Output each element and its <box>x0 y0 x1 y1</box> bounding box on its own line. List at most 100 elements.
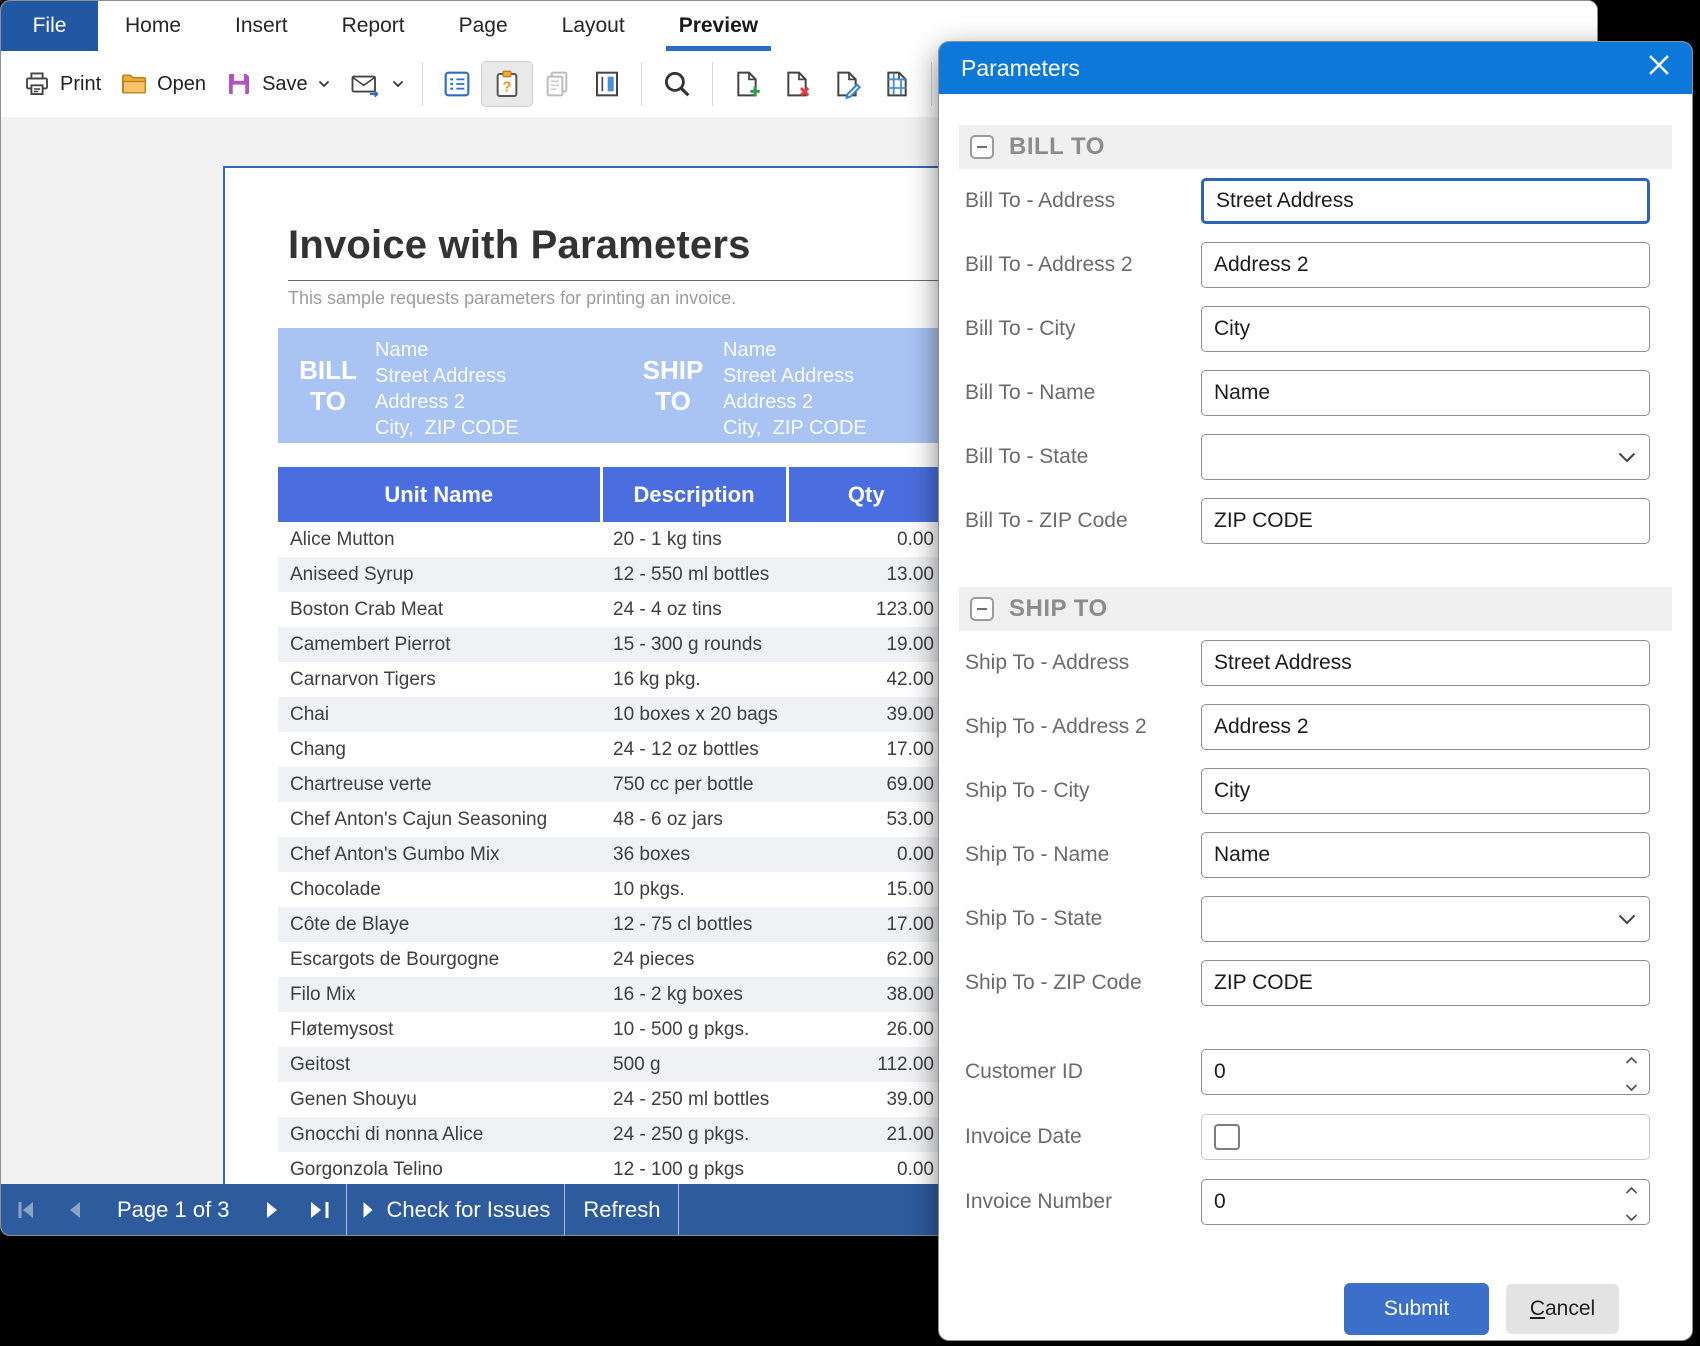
menu-item-preview[interactable]: Preview <box>652 1 785 51</box>
cell-qty: 17.00 <box>787 732 944 767</box>
input-value: Name <box>1214 381 1270 405</box>
cell-unit-name: Geitost <box>278 1047 601 1082</box>
page-edit-icon <box>831 68 863 100</box>
menu-item-home[interactable]: Home <box>98 1 208 51</box>
parameter-row: Ship To - AddressStreet Address <box>959 631 1672 695</box>
parameter-label: Bill To - Address <box>965 189 1115 213</box>
close-button[interactable] <box>1648 54 1670 82</box>
menu-item-layout[interactable]: Layout <box>535 1 652 51</box>
previous-page-button[interactable] <box>51 1184 97 1235</box>
cell-qty: 42.00 <box>787 662 944 697</box>
parameter-row: Customer ID0 <box>959 1039 1672 1104</box>
send-email-button[interactable] <box>339 63 413 105</box>
last-page-button[interactable] <box>296 1184 346 1235</box>
parameter-spinner[interactable]: 0 <box>1201 1179 1650 1225</box>
menu-file-tab[interactable]: File <box>1 1 98 51</box>
parameter-text-input[interactable]: Name <box>1201 370 1650 416</box>
print-label: Print <box>60 73 101 96</box>
magnifier-icon <box>660 67 694 101</box>
refresh-button[interactable]: Refresh <box>565 1184 678 1235</box>
parameter-label: Bill To - State <box>965 445 1088 469</box>
cell-description: 10 boxes x 20 bags <box>601 697 787 732</box>
collapse-icon[interactable] <box>970 597 994 621</box>
add-page-button[interactable] <box>722 62 772 106</box>
save-icon <box>224 69 254 99</box>
parameter-label: Bill To - ZIP Code <box>965 509 1128 533</box>
cancel-button[interactable]: Cancel <box>1506 1284 1619 1334</box>
ship-to-address-lines: NameStreet AddressAddress 2City, ZIP COD… <box>723 337 867 441</box>
zoom-button[interactable] <box>651 61 703 107</box>
section-header: SHIP TO <box>959 587 1672 631</box>
parameter-select[interactable] <box>1201 896 1650 942</box>
first-page-button[interactable] <box>1 1184 51 1235</box>
page-structure-button[interactable] <box>872 62 922 106</box>
parameter-label: Bill To - Name <box>965 381 1095 405</box>
cell-description: 12 - 75 cl bottles <box>601 907 787 942</box>
print-button[interactable]: Print <box>13 63 110 105</box>
copy-page-button[interactable] <box>532 62 582 106</box>
cell-qty: 21.00 <box>787 1117 944 1152</box>
parameter-date-field[interactable] <box>1201 1114 1650 1160</box>
cell-unit-name: Chocolade <box>278 872 601 907</box>
parameter-text-input[interactable]: ZIP CODE <box>1201 960 1650 1006</box>
parameter-text-input[interactable]: City <box>1201 768 1650 814</box>
parameter-label: Ship To - Address 2 <box>965 715 1147 739</box>
parameter-select[interactable] <box>1201 434 1650 480</box>
menu-item-report[interactable]: Report <box>315 1 432 51</box>
cell-description: 750 cc per bottle <box>601 767 787 802</box>
open-button[interactable]: Open <box>110 63 215 105</box>
section-header: BILL TO <box>959 125 1672 169</box>
parameter-text-input[interactable]: Address 2 <box>1201 242 1650 288</box>
menu-item-insert[interactable]: Insert <box>208 1 315 51</box>
parameter-text-input[interactable]: Name <box>1201 832 1650 878</box>
cell-qty: 26.00 <box>787 1012 944 1047</box>
table-row: Fløtemysost10 - 500 g pkgs.26.00 <box>278 1012 944 1047</box>
cell-unit-name: Côte de Blaye <box>278 907 601 942</box>
column-header-description: Description <box>601 467 787 522</box>
parameter-row: Ship To - CityCity <box>959 759 1672 823</box>
spinner-arrows[interactable] <box>1625 1046 1638 1097</box>
input-value: Address 2 <box>1214 715 1309 739</box>
envelope-icon <box>348 69 382 99</box>
save-button[interactable]: Save <box>215 63 339 105</box>
page-setup-button[interactable] <box>582 62 632 106</box>
parameter-text-input[interactable]: Street Address <box>1201 178 1650 224</box>
spinner-arrows[interactable] <box>1625 1176 1638 1227</box>
dialog-footer: Submit Cancel <box>959 1283 1672 1335</box>
section-label: BILL TO <box>1009 133 1105 161</box>
menu-item-page[interactable]: Page <box>432 1 535 51</box>
table-row: Geitost500 g112.00 <box>278 1047 944 1082</box>
check-for-issues-button[interactable]: Check for Issues <box>347 1184 565 1235</box>
parameter-label: Ship To - ZIP Code <box>965 971 1142 995</box>
table-row: Chai10 boxes x 20 bags39.00 <box>278 697 944 732</box>
address-band: BILL TO NameStreet AddressAddress 2City,… <box>278 328 944 443</box>
cell-qty: 0.00 <box>787 1152 944 1186</box>
next-page-button[interactable] <box>250 1184 296 1235</box>
address-line: Name <box>723 337 867 363</box>
cell-description: 16 kg pkg. <box>601 662 787 697</box>
parameter-row: Bill To - Address 2Address 2 <box>959 233 1672 297</box>
cell-unit-name: Camembert Pierrot <box>278 627 601 662</box>
delete-page-button[interactable] <box>772 62 822 106</box>
cell-description: 20 - 1 kg tins <box>601 522 787 557</box>
request-parameters-button[interactable]: ? <box>482 62 532 106</box>
collapse-icon[interactable] <box>970 135 994 159</box>
parameter-text-input[interactable]: Street Address <box>1201 640 1650 686</box>
parameter-spinner[interactable]: 0 <box>1201 1049 1650 1095</box>
parameter-text-input[interactable]: City <box>1201 306 1650 352</box>
parameters-panel-icon <box>441 68 473 100</box>
spin-down-icon <box>1625 1203 1638 1227</box>
edit-page-button[interactable] <box>822 62 872 106</box>
input-value: Street Address <box>1216 189 1354 213</box>
table-row: Aniseed Syrup12 - 550 ml bottles13.00 <box>278 557 944 592</box>
date-checkbox[interactable] <box>1214 1124 1240 1150</box>
parameters-panel-button[interactable] <box>432 62 482 106</box>
page-setup-icon <box>591 68 623 100</box>
submit-button[interactable]: Submit <box>1344 1283 1489 1335</box>
cell-unit-name: Boston Crab Meat <box>278 592 601 627</box>
parameter-text-input[interactable]: ZIP CODE <box>1201 498 1650 544</box>
cell-qty: 15.00 <box>787 872 944 907</box>
parameter-text-input[interactable]: Address 2 <box>1201 704 1650 750</box>
cell-description: 36 boxes <box>601 837 787 872</box>
column-header-qty: Qty <box>787 467 944 522</box>
